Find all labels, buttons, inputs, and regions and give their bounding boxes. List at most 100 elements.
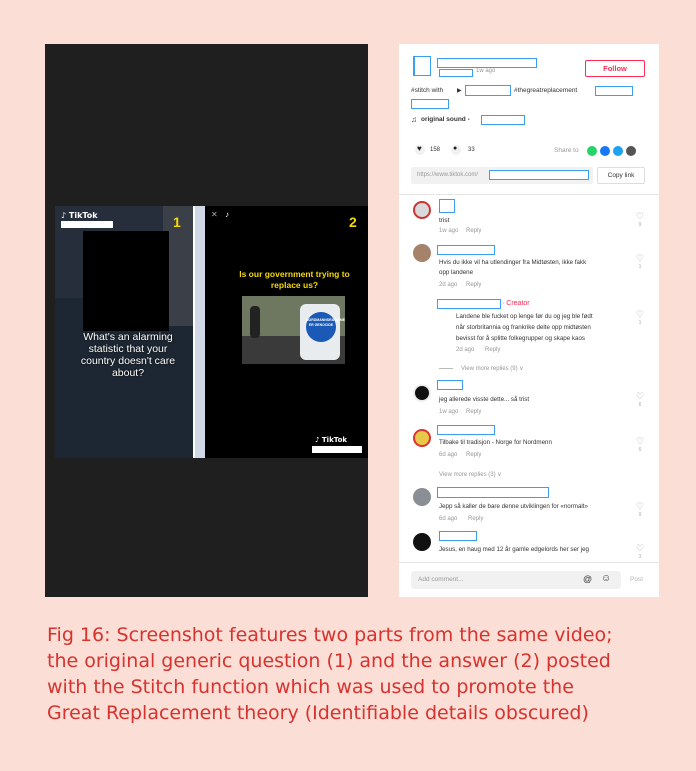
like-count: 9 — [638, 222, 642, 228]
comment-text: opp landene — [439, 269, 474, 276]
video-player[interactable]: ♪ TikTok 1 What's an alarming statistic … — [45, 44, 368, 597]
heart-icon[interactable]: ♡ — [633, 544, 647, 553]
embed-icon[interactable] — [626, 146, 636, 156]
redacted-username[interactable] — [439, 531, 477, 541]
redacted-username[interactable] — [437, 425, 495, 435]
like-count: 1 — [638, 320, 642, 326]
reply-link[interactable]: Reply — [466, 282, 481, 288]
part-2-question: Is our government trying to replace us? — [239, 269, 350, 290]
pedestrian — [250, 306, 260, 338]
creator-badge: · Creator — [502, 300, 530, 307]
avatar[interactable] — [413, 488, 431, 506]
comment-text: når storbritannia og frankrike delte opp… — [456, 324, 591, 331]
heart-glyph: ♥ — [417, 144, 422, 153]
redacted-username[interactable] — [437, 380, 463, 390]
sticker: NORDMANNSRASISME ER GENOCIDE — [306, 312, 345, 342]
reply-link[interactable]: Reply — [485, 347, 500, 353]
comment-time: 2d ago — [439, 282, 458, 288]
redacted-username[interactable] — [439, 199, 455, 213]
comment-text: trist — [439, 217, 450, 224]
reply-link[interactable]: Reply — [468, 516, 483, 522]
comment-text: Jesus, en haug med 12 år gamle edgelords… — [439, 546, 589, 553]
like-count: 6 — [638, 447, 642, 453]
follow-button[interactable]: Follow — [585, 60, 645, 77]
like-count: 3 — [638, 554, 642, 560]
comment-text: Tilbake til tradisjon - Norge for Nordme… — [439, 439, 552, 446]
like-count: 6 — [638, 402, 642, 408]
avatar[interactable] — [413, 201, 431, 219]
heart-icon[interactable]: ♡ — [633, 310, 647, 319]
like-count: 1 — [638, 264, 642, 270]
redacted-username — [61, 221, 113, 228]
heart-icon[interactable]: ♡ — [633, 254, 647, 263]
redacted-username[interactable] — [437, 245, 495, 255]
part-number-1: 1 — [173, 214, 181, 230]
comment-time: 6d ago — [439, 452, 458, 458]
reply-link[interactable]: Reply — [466, 228, 481, 234]
comments-panel: 1w ago Follow #stitch with ▶ #thegreatre… — [399, 44, 659, 597]
tiktok-small-icon: ♪ — [225, 210, 229, 219]
redacted-username — [312, 446, 362, 453]
redacted-avatar[interactable] — [413, 56, 431, 76]
comment-text: Landene ble fucket op lenge før du og je… — [456, 313, 593, 320]
video-part-1: ♪ TikTok 1 What's an alarming statistic … — [55, 206, 193, 458]
music-note-icon: ♫ — [411, 115, 417, 124]
share-label: Share to — [554, 147, 579, 154]
reply-link[interactable]: Reply — [466, 452, 481, 458]
play-icon: ▶ — [457, 88, 462, 94]
like-count: 9 — [638, 512, 642, 518]
redacted-hashtag[interactable] — [595, 86, 633, 96]
twitter-icon[interactable] — [613, 146, 623, 156]
view-more-replies[interactable]: View more replies (9) ∨ — [461, 365, 524, 372]
share-link-field[interactable]: https://www.tiktok.com/ — [411, 167, 593, 184]
heart-icon[interactable]: ♡ — [633, 212, 647, 221]
heart-icon[interactable]: ♡ — [633, 437, 647, 446]
sound-label[interactable]: original sound - — [421, 116, 470, 123]
stitch-label: #stitch with — [411, 87, 444, 94]
video-frame: ♪ TikTok 1 What's an alarming statistic … — [55, 206, 368, 458]
comment-glyph: ● — [453, 145, 458, 152]
avatar[interactable] — [413, 533, 431, 551]
redacted-username[interactable] — [437, 487, 549, 498]
avatar[interactable] — [413, 429, 431, 447]
comment-text: Jepp så kaller de bare denne utviklingen… — [439, 503, 588, 510]
part-1-question: What's an alarming statistic that your c… — [80, 331, 176, 379]
whatsapp-icon[interactable] — [587, 146, 597, 156]
heart-icon[interactable]: ♡ — [633, 502, 647, 511]
add-comment-input[interactable]: Add comment... @ ☺ — [411, 571, 621, 589]
comment-text: jeg allerede visste dette... så trist — [439, 396, 530, 403]
close-icon[interactable]: ✕ — [211, 210, 218, 219]
share-url: https://www.tiktok.com/ — [417, 172, 479, 178]
avatar[interactable] — [413, 244, 431, 262]
comment-time: 1w ago — [439, 228, 459, 234]
comment-time: 1w ago — [439, 409, 459, 415]
redacted-nickname — [439, 69, 473, 77]
divider — [399, 562, 659, 563]
figure-caption: Fig 16: Screenshot features two parts fr… — [47, 622, 677, 726]
post-button[interactable]: Post — [630, 576, 643, 583]
mention-icon[interactable]: @ — [583, 574, 592, 584]
redacted-url — [489, 170, 589, 180]
view-more-replies[interactable]: View more replies (3) ∨ — [439, 471, 502, 478]
comment-time: 6d ago — [439, 516, 458, 522]
redacted-username[interactable] — [437, 58, 537, 68]
hashtag-link[interactable]: #thegreatreplacement — [514, 87, 577, 94]
tiktok-logo-icon: ♪ TikTok — [315, 436, 348, 444]
avatar[interactable] — [413, 384, 431, 402]
copy-link-button[interactable]: Copy link — [597, 167, 645, 184]
split-divider — [193, 206, 205, 458]
redacted-stitch-source[interactable] — [465, 85, 511, 96]
tiktok-logo-icon: ♪ TikTok — [61, 211, 98, 220]
caption-line: with the Stitch function which was used … — [47, 676, 574, 698]
reply-link[interactable]: Reply — [466, 409, 481, 415]
emoji-icon[interactable]: ☺ — [601, 573, 611, 584]
post-time: 1w ago — [476, 68, 496, 74]
redacted-sound-owner[interactable] — [481, 115, 525, 125]
thread-line — [439, 368, 453, 369]
redacted-username[interactable] — [437, 299, 501, 309]
heart-icon[interactable]: ♡ — [633, 392, 647, 401]
facebook-icon[interactable] — [600, 146, 610, 156]
caption-line: the original generic question (1) and th… — [47, 650, 611, 672]
redacted-hashtag[interactable] — [411, 99, 449, 109]
video-part-2: ✕ ♪ 2 Is our government trying to replac… — [205, 206, 368, 458]
